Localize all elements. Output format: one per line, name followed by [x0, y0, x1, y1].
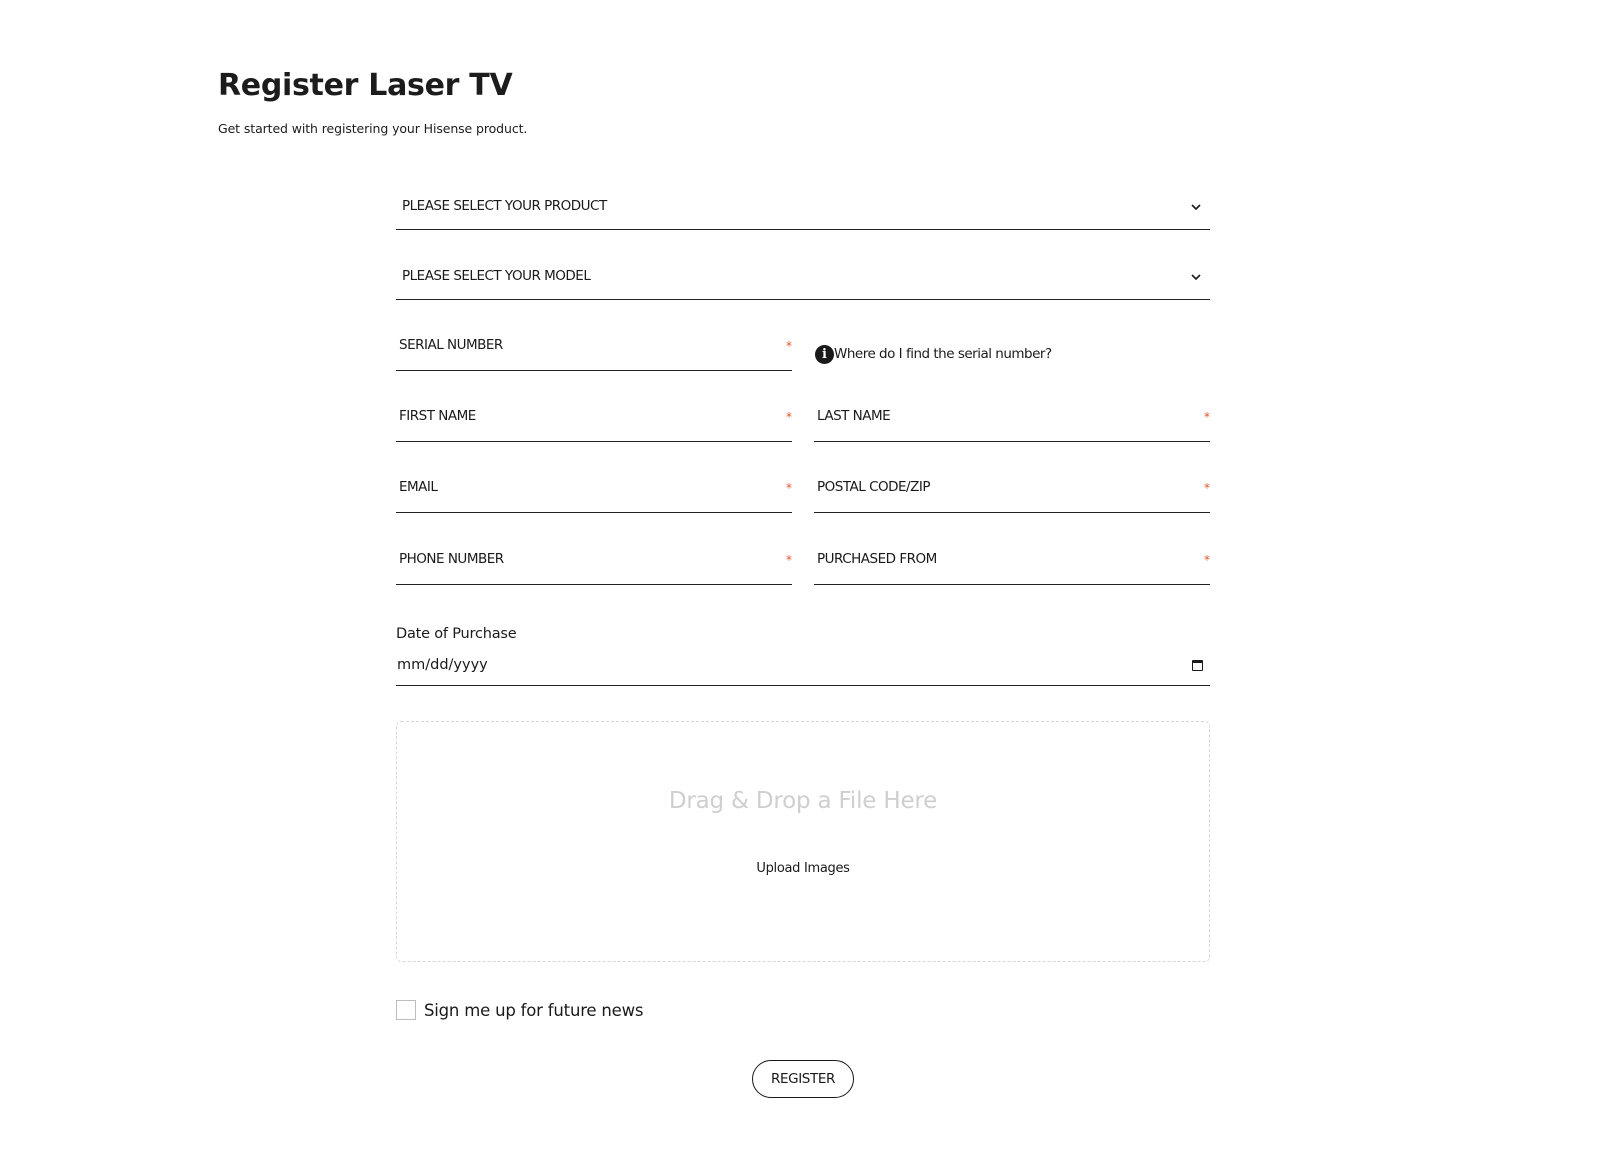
required-asterisk: *	[1204, 410, 1210, 424]
dropzone-title: Drag & Drop a File Here	[668, 788, 938, 814]
email-label: EMAIL	[399, 479, 438, 495]
newsletter-opt-in[interactable]: Sign me up for future news	[396, 998, 644, 1022]
page-title: Register Laser TV	[218, 68, 513, 103]
first-name-label: FIRST NAME	[399, 408, 476, 424]
chevron-down-icon	[1191, 204, 1201, 211]
last-name-field[interactable]: LAST NAME *	[814, 392, 1210, 442]
product-select[interactable]: PLEASE SELECT YOUR PRODUCT	[396, 180, 1210, 230]
register-button[interactable]: REGISTER	[752, 1060, 854, 1098]
date-of-purchase-label: Date of Purchase	[396, 626, 517, 642]
file-dropzone[interactable]: Drag & Drop a File Here Upload Images	[396, 721, 1210, 962]
model-select[interactable]: PLEASE SELECT YOUR MODEL	[396, 250, 1210, 300]
model-select-label: PLEASE SELECT YOUR MODEL	[402, 268, 591, 284]
serial-number-field[interactable]: SERIAL NUMBER *	[396, 321, 792, 371]
postal-code-field[interactable]: POSTAL CODE/ZIP *	[814, 463, 1210, 513]
email-field[interactable]: EMAIL *	[396, 463, 792, 513]
postal-code-label: POSTAL CODE/ZIP	[817, 479, 930, 495]
required-asterisk: *	[786, 410, 792, 424]
newsletter-checkbox[interactable]	[396, 1000, 416, 1020]
phone-number-label: PHONE NUMBER	[399, 551, 504, 567]
page-subtitle: Get started with registering your Hisens…	[218, 121, 528, 136]
serial-number-label: SERIAL NUMBER	[399, 337, 503, 353]
last-name-label: LAST NAME	[817, 408, 891, 424]
serial-number-help-text: Where do I find the serial number?	[834, 346, 1052, 362]
first-name-field[interactable]: FIRST NAME *	[396, 392, 792, 442]
required-asterisk: *	[1204, 553, 1210, 567]
chevron-down-icon	[1191, 274, 1201, 281]
upload-images-link[interactable]: Upload Images	[397, 861, 1209, 876]
newsletter-label: Sign me up for future news	[424, 1000, 644, 1020]
calendar-icon[interactable]	[1192, 660, 1203, 671]
required-asterisk: *	[786, 553, 792, 567]
registration-page: Register Laser TV Get started with regis…	[0, 0, 1599, 1167]
required-asterisk: *	[786, 481, 792, 495]
phone-number-field[interactable]: PHONE NUMBER *	[396, 535, 792, 585]
serial-number-help-link[interactable]: i Where do I find the serial number?	[815, 344, 1052, 364]
required-asterisk: *	[786, 339, 792, 353]
date-placeholder: mm/dd/yyyy	[397, 657, 488, 673]
purchased-from-field[interactable]: PURCHASED FROM *	[814, 535, 1210, 585]
required-asterisk: *	[1204, 481, 1210, 495]
info-icon: i	[815, 344, 834, 364]
date-of-purchase-input[interactable]: mm/dd/yyyy	[396, 644, 1210, 686]
product-select-label: PLEASE SELECT YOUR PRODUCT	[402, 198, 607, 214]
purchased-from-label: PURCHASED FROM	[817, 551, 937, 567]
